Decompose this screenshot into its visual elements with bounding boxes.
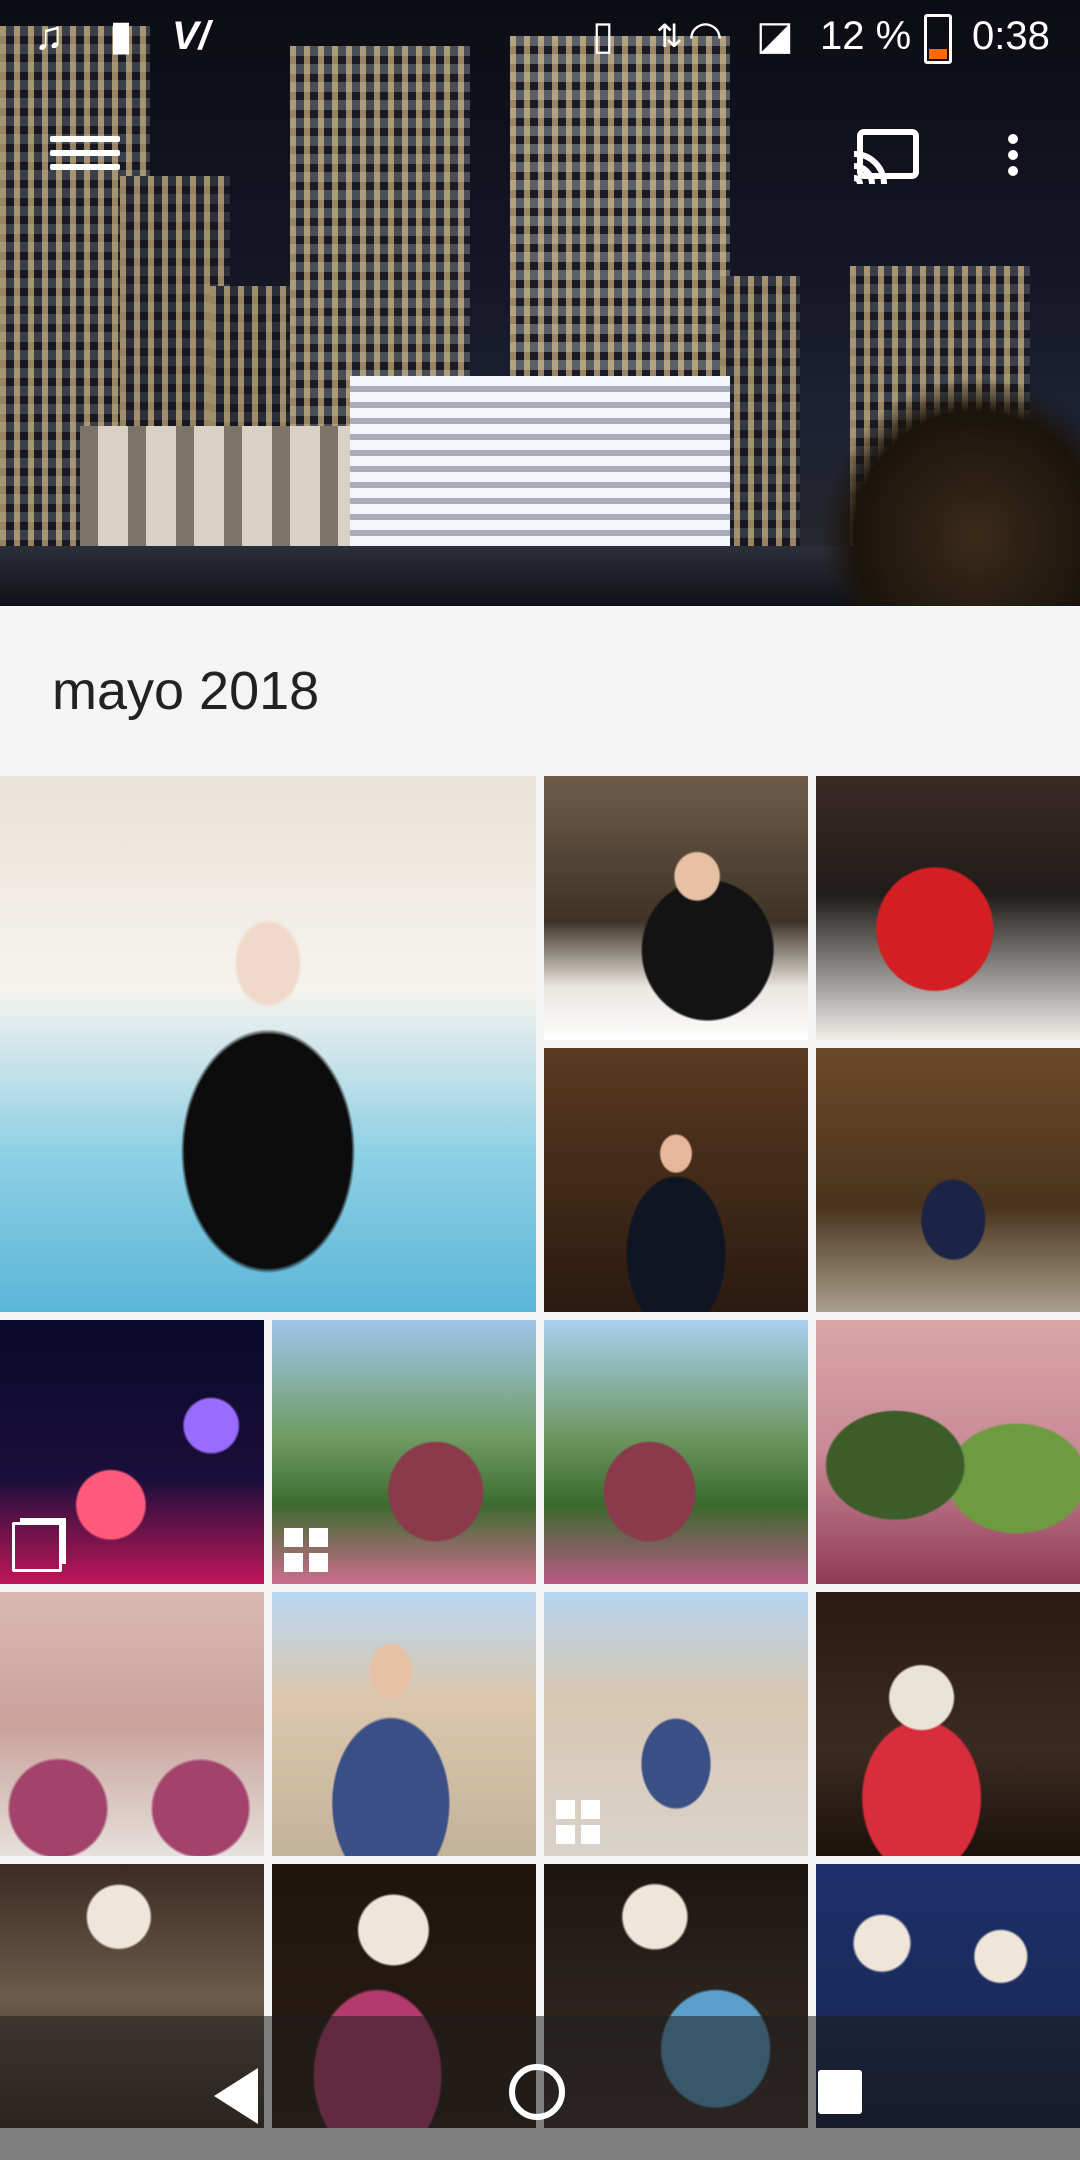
photo-woman-blue-dress-hall[interactable] xyxy=(816,1048,1080,1312)
more-vert-icon[interactable] xyxy=(998,128,1028,188)
photo-woman-floral-dress-trees[interactable] xyxy=(544,1320,808,1584)
no-sim-icon: ◪ xyxy=(756,14,794,58)
header-photo xyxy=(0,0,1080,606)
photo-woman-plaza-wide[interactable] xyxy=(544,1592,808,1856)
menu-icon[interactable] xyxy=(50,128,120,184)
wifi-icon: ◠ xyxy=(688,14,723,58)
photo-topiary-dogs[interactable] xyxy=(816,1320,1080,1584)
music-note-icon: ♫ xyxy=(34,14,64,58)
section-date-title: mayo 2018 xyxy=(52,661,320,721)
data-arrows-icon: ⇅ xyxy=(656,18,683,54)
battery-percentage: 12 % xyxy=(820,14,912,58)
home-icon[interactable] xyxy=(509,2064,565,2120)
burst-icon xyxy=(12,1522,62,1572)
photo-woman-pool-fountain[interactable] xyxy=(0,776,536,1312)
clock-time: 0:38 xyxy=(972,14,1050,58)
photo-topiary-mushrooms[interactable] xyxy=(0,1320,264,1584)
vibrate-icon: ▯ xyxy=(592,14,615,58)
photo-grid xyxy=(0,776,1080,2160)
carrier-icon: V/ xyxy=(172,14,210,58)
battery-icon xyxy=(924,14,952,64)
photo-catrina-figure[interactable] xyxy=(816,1592,1080,1856)
recents-icon[interactable] xyxy=(818,2070,862,2114)
photo-woman-floral-dress-lake[interactable] xyxy=(272,1320,536,1584)
status-bar: ♫ ▮ V/ ▯ ⇅ ◠ ◪ 12 % 0:38 xyxy=(0,0,1080,72)
photo-woman-plaza[interactable] xyxy=(272,1592,536,1856)
photo-woman-dinner-table[interactable] xyxy=(544,776,808,1040)
cast-icon[interactable] xyxy=(852,128,922,185)
battery-alert-icon: ▮ xyxy=(110,14,133,58)
photo-woman-dining-hall[interactable] xyxy=(544,1048,808,1312)
back-icon[interactable] xyxy=(214,2068,258,2124)
collage-icon xyxy=(284,1528,328,1572)
photo-red-dessert[interactable] xyxy=(816,776,1080,1040)
navigation-bar xyxy=(0,2016,1080,2160)
photo-venetian-lamp[interactable] xyxy=(0,1592,264,1856)
collage-icon xyxy=(556,1800,600,1844)
